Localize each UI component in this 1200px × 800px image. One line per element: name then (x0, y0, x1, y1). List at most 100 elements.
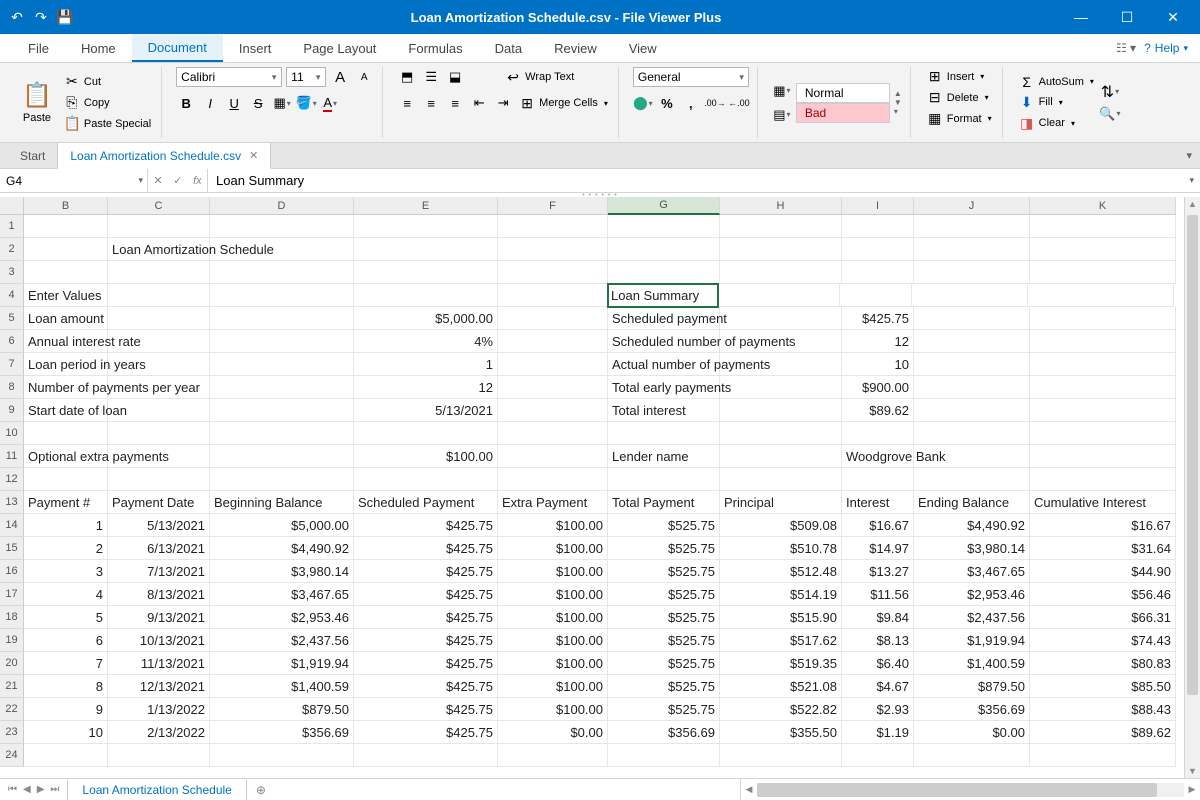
cell[interactable]: Start date of loan (24, 399, 108, 422)
cell[interactable]: 9 (24, 698, 108, 721)
cell[interactable] (1030, 399, 1176, 422)
cell[interactable]: $100.00 (498, 629, 608, 652)
align-top-icon[interactable]: ⬒ (397, 67, 417, 87)
cell[interactable]: 11/13/2021 (108, 652, 210, 675)
decrease-decimal-icon[interactable]: ←.00 (729, 93, 749, 113)
cell[interactable] (498, 422, 608, 445)
cell[interactable] (108, 261, 210, 284)
cell[interactable]: $425.75 (354, 560, 498, 583)
row-header[interactable]: 6 (0, 330, 24, 353)
cell[interactable]: 7 (24, 652, 108, 675)
insert-cells-button[interactable]: ⊞Insert▾ (925, 67, 994, 86)
cell[interactable] (840, 284, 912, 307)
cell[interactable]: $2.93 (842, 698, 914, 721)
ribbon-mode-icon[interactable]: ☷ ▾ (1116, 41, 1136, 55)
cell[interactable] (108, 422, 210, 445)
cell[interactable] (210, 284, 354, 307)
row-header[interactable]: 19 (0, 629, 24, 652)
cell[interactable]: $5,000.00 (210, 514, 354, 537)
cell[interactable] (1028, 284, 1174, 307)
align-center-icon[interactable]: ≡ (421, 93, 441, 113)
cell[interactable]: $3,980.14 (914, 537, 1030, 560)
find-button[interactable]: 🔍 (1100, 104, 1120, 124)
cell[interactable]: $1,400.59 (210, 675, 354, 698)
cell[interactable] (498, 445, 608, 468)
cell[interactable] (914, 307, 1030, 330)
style-more[interactable]: ▾ (894, 107, 902, 116)
cell[interactable] (498, 307, 608, 330)
cell[interactable] (608, 468, 720, 491)
cell[interactable]: Scheduled Payment (354, 491, 498, 514)
cell[interactable]: Payment Date (108, 491, 210, 514)
cell[interactable]: $525.75 (608, 629, 720, 652)
cell[interactable]: $525.75 (608, 698, 720, 721)
cell[interactable] (498, 744, 608, 767)
cell[interactable]: $2,437.56 (210, 629, 354, 652)
cell[interactable] (914, 422, 1030, 445)
cell[interactable]: 5/13/2021 (354, 399, 498, 422)
cell[interactable] (1030, 422, 1176, 445)
cell[interactable] (720, 353, 842, 376)
row-header[interactable]: 1 (0, 215, 24, 238)
cell[interactable]: 8 (24, 675, 108, 698)
cell[interactable] (1030, 353, 1176, 376)
cell[interactable]: Cumulative Interest (1030, 491, 1176, 514)
bold-button[interactable]: B (176, 93, 196, 113)
cell[interactable]: $879.50 (210, 698, 354, 721)
cell[interactable] (842, 422, 914, 445)
cell[interactable] (210, 215, 354, 238)
cell[interactable]: $3,980.14 (210, 560, 354, 583)
maximize-button[interactable]: ☐ (1104, 0, 1150, 34)
cell[interactable] (1030, 376, 1176, 399)
cell[interactable] (498, 376, 608, 399)
cell[interactable]: $425.75 (354, 606, 498, 629)
row-header[interactable]: 18 (0, 606, 24, 629)
cell[interactable]: 6/13/2021 (108, 537, 210, 560)
cell[interactable] (912, 284, 1028, 307)
cell[interactable]: $425.75 (354, 721, 498, 744)
cell[interactable]: $356.69 (210, 721, 354, 744)
cell[interactable] (720, 238, 842, 261)
cell[interactable]: 5 (24, 606, 108, 629)
cell[interactable]: Scheduled payment (608, 307, 720, 330)
cell[interactable]: $425.75 (354, 583, 498, 606)
cell[interactable]: $11.56 (842, 583, 914, 606)
percent-button[interactable]: % (657, 93, 677, 113)
cell[interactable]: 5/13/2021 (108, 514, 210, 537)
cell[interactable]: $525.75 (608, 675, 720, 698)
cell[interactable] (498, 353, 608, 376)
cell[interactable]: $5,000.00 (354, 307, 498, 330)
cell[interactable] (608, 215, 720, 238)
align-right-icon[interactable]: ≡ (445, 93, 465, 113)
menu-review[interactable]: Review (538, 34, 613, 62)
cell[interactable]: 7/13/2021 (108, 560, 210, 583)
cell[interactable] (210, 399, 354, 422)
cell[interactable] (498, 468, 608, 491)
cell[interactable] (108, 744, 210, 767)
cell[interactable]: $56.46 (1030, 583, 1176, 606)
currency-button[interactable]: ⬤ (633, 93, 653, 113)
horizontal-scrollbar[interactable]: ◀ ▶ (740, 779, 1200, 800)
cell[interactable] (108, 284, 210, 307)
menu-home[interactable]: Home (65, 34, 132, 62)
cell[interactable] (210, 353, 354, 376)
cell[interactable] (1030, 445, 1176, 468)
row-header[interactable]: 2 (0, 238, 24, 261)
cell[interactable] (24, 238, 108, 261)
cell[interactable] (720, 399, 842, 422)
doctab-file[interactable]: Loan Amortization Schedule.csv ✕ (58, 143, 271, 169)
cell[interactable]: Interest (842, 491, 914, 514)
menu-page-layout[interactable]: Page Layout (287, 34, 392, 62)
row-header[interactable]: 21 (0, 675, 24, 698)
cell[interactable]: $510.78 (720, 537, 842, 560)
cell[interactable] (210, 261, 354, 284)
cell[interactable]: $355.50 (720, 721, 842, 744)
border-button[interactable]: ▦ (272, 93, 292, 113)
cell[interactable] (914, 376, 1030, 399)
column-header[interactable]: H (720, 197, 842, 215)
row-header[interactable]: 8 (0, 376, 24, 399)
cell[interactable] (108, 468, 210, 491)
cell[interactable]: $522.82 (720, 698, 842, 721)
cell[interactable] (914, 261, 1030, 284)
row-header[interactable]: 17 (0, 583, 24, 606)
